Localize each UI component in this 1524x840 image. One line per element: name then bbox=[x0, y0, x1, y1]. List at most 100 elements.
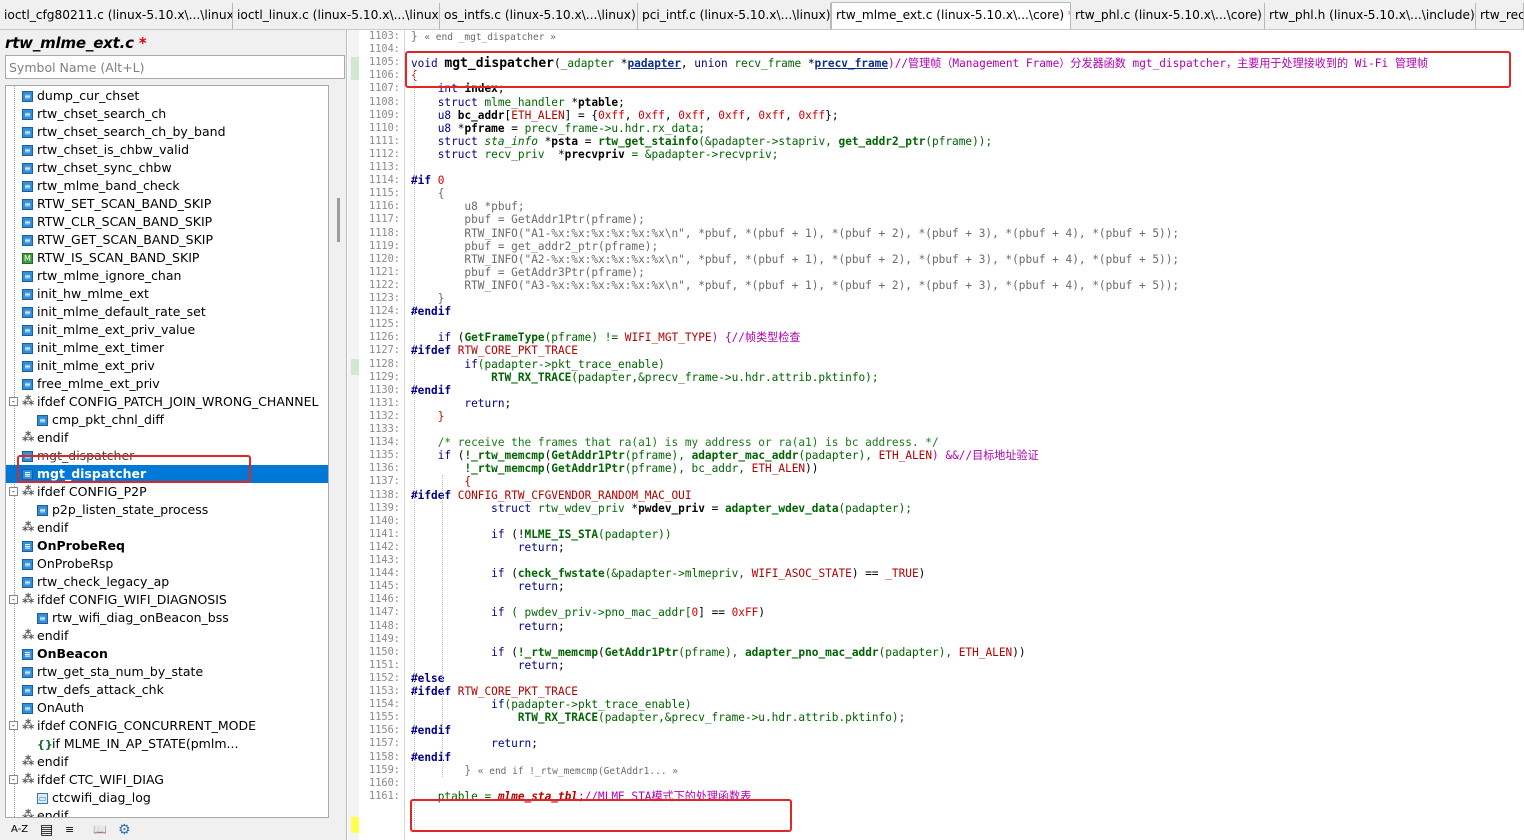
code-line[interactable]: #endif bbox=[411, 724, 451, 737]
code-line[interactable]: } « end _mgt_dispatcher » bbox=[411, 30, 556, 43]
symbol-item[interactable]: M RTW_IS_SCAN_BAND_SKIP bbox=[6, 249, 328, 267]
symbol-item[interactable]: ≡ init_mlme_default_rate_set bbox=[6, 303, 328, 321]
symbol-item[interactable]: ≡ cmp_pkt_chnl_diff bbox=[6, 411, 328, 429]
list-view-icon[interactable]: ▤ bbox=[40, 822, 53, 838]
symbol-search-input[interactable] bbox=[5, 55, 345, 79]
symbol-item[interactable]: ⁂ endif bbox=[6, 807, 328, 817]
sort-az-icon[interactable]: A-Z bbox=[11, 822, 28, 838]
collapse-toggle-icon[interactable]: - bbox=[9, 595, 18, 604]
tab-4[interactable]: rtw_mlme_ext.c (linux-5.10.x\...\core) * bbox=[831, 2, 1071, 29]
symbol-item[interactable]: ≡ rtw_mlme_band_check bbox=[6, 177, 328, 195]
code-line[interactable]: { bbox=[411, 187, 445, 200]
code-line[interactable]: } « end if !_rtw_memcmp(GetAddr1... » bbox=[411, 764, 678, 777]
code-line[interactable]: !_rtw_memcmp(GetAddr1Ptr(pframe), bc_add… bbox=[411, 462, 818, 475]
code-area[interactable]: } « end _mgt_dispatcher » void mgt_dispat… bbox=[411, 30, 1524, 840]
code-line[interactable]: } bbox=[411, 292, 445, 305]
symbol-item[interactable]: ≡ RTW_GET_SCAN_BAND_SKIP bbox=[6, 231, 328, 249]
collapse-toggle-icon[interactable]: - bbox=[9, 721, 18, 730]
symbol-list-scrollbar[interactable] bbox=[333, 85, 345, 818]
code-line[interactable]: u8 bc_addr[ETH_ALEN] = {0xff, 0xff, 0xff… bbox=[411, 109, 839, 122]
code-line[interactable]: return; bbox=[411, 659, 565, 672]
symbol-item[interactable]: ≡ dump_cur_chset bbox=[6, 87, 328, 105]
code-line[interactable]: if(padapter->pkt_trace_enable) bbox=[411, 358, 664, 371]
bookmark-icon[interactable]: ≡ bbox=[65, 822, 74, 838]
symbol-item[interactable]: ≡ rtw_mlme_ignore_chan bbox=[6, 267, 328, 285]
tab-0[interactable]: ioctl_cfg80211.c (linux-5.10.x\...\linux… bbox=[0, 3, 233, 29]
symbol-item[interactable]: ≡ rtw_check_legacy_ap bbox=[6, 573, 328, 591]
symbol-item[interactable]: ≡ OnBeacon bbox=[6, 645, 328, 663]
symbol-item[interactable]: - ⁂ ifdef CONFIG_WIFI_DIAGNOSIS bbox=[6, 591, 328, 609]
code-line[interactable]: #ifdef CONFIG_RTW_CFGVENDOR_RANDOM_MAC_O… bbox=[411, 489, 692, 502]
code-line[interactable]: #endif bbox=[411, 751, 451, 764]
code-line[interactable]: #endif bbox=[411, 305, 451, 318]
symbol-item[interactable]: ⁂ endif bbox=[6, 753, 328, 771]
symbol-item[interactable]: ≡ RTW_SET_SCAN_BAND_SKIP bbox=[6, 195, 328, 213]
symbol-item[interactable]: ≡ RTW_CLR_SCAN_BAND_SKIP bbox=[6, 213, 328, 231]
symbol-item[interactable]: ≡ free_mlme_ext_priv bbox=[6, 375, 328, 393]
symbol-item[interactable]: - ⁂ ifdef CONFIG_P2P bbox=[6, 483, 328, 501]
collapse-toggle-icon[interactable]: - bbox=[9, 397, 18, 406]
code-line[interactable]: if(padapter->pkt_trace_enable) bbox=[411, 698, 691, 711]
symbol-item[interactable]: - ⁂ ifdef CTC_WIFI_DIAG bbox=[6, 771, 328, 789]
code-line[interactable]: if (!_rtw_memcmp(GetAddr1Ptr(pframe), ad… bbox=[411, 646, 1025, 659]
code-line[interactable]: if (!MLME_IS_STA(padapter)) bbox=[411, 528, 671, 541]
code-line[interactable]: #ifdef RTW_CORE_PKT_TRACE bbox=[411, 685, 578, 698]
code-line[interactable]: return; bbox=[411, 580, 565, 593]
code-line[interactable]: RTW_INFO("A2-%x:%x:%x:%x:%x:%x\n", *pbuf… bbox=[411, 253, 1179, 266]
symbol-item[interactable]: ≡ OnAuth bbox=[6, 699, 328, 717]
code-line[interactable]: #if 0 bbox=[411, 174, 444, 187]
code-line[interactable]: RTW_INFO("A1-%x:%x:%x:%x:%x:%x\n", *pbuf… bbox=[411, 227, 1179, 240]
code-line[interactable]: pbuf = GetAddr3Ptr(pframe); bbox=[411, 266, 644, 279]
symbol-item[interactable]: ⁂ endif bbox=[6, 519, 328, 537]
symbol-item[interactable]: - ⁂ ifdef CONFIG_CONCURRENT_MODE bbox=[6, 717, 328, 735]
collapse-toggle-icon[interactable]: - bbox=[9, 487, 18, 496]
symbol-list[interactable]: ≡ dump_cur_chset ≡ rtw_chset_search_ch ≡ rtw_… bbox=[5, 85, 329, 818]
code-line[interactable]: RTW_INFO("A3-%x:%x:%x:%x:%x:%x\n", *pbuf… bbox=[411, 279, 1179, 292]
collapse-toggle-icon[interactable]: - bbox=[9, 775, 18, 784]
symbol-item[interactable]: ≡ rtw_chset_search_ch bbox=[6, 105, 328, 123]
code-line[interactable]: struct recv_priv *precvpriv = &padapter-… bbox=[411, 148, 779, 161]
code-line[interactable]: return; bbox=[411, 397, 511, 410]
tab-7[interactable]: rtw_recv bbox=[1476, 3, 1524, 29]
gear-icon[interactable]: ⚙ bbox=[118, 822, 131, 838]
symbol-item[interactable]: ⁂ endif bbox=[6, 429, 328, 447]
symbol-item[interactable]: ≡ init_mlme_ext_priv bbox=[6, 357, 328, 375]
tab-6[interactable]: rtw_phl.h (linux-5.10.x\...\include) bbox=[1265, 3, 1476, 29]
code-line[interactable]: struct rtw_wdev_priv *pwdev_priv = adapt… bbox=[411, 502, 912, 515]
symbol-item[interactable]: - ⁂ ifdef CONFIG_PATCH_JOIN_WRONG_CHANNEL bbox=[6, 393, 328, 411]
code-line[interactable]: /* receive the frames that ra(a1) is my … bbox=[411, 436, 939, 449]
code-editor[interactable]: 1103: 1104: 1105: 1106: 1107: 1108: 1109: 1110:… bbox=[348, 30, 1524, 840]
symbol-item[interactable]: ≡ init_hw_mlme_ext bbox=[6, 285, 328, 303]
tab-3[interactable]: pci_intf.c (linux-5.10.x\...\linux) bbox=[638, 3, 831, 29]
code-line[interactable]: if (GetFrameType(pframe) != WIFI_MGT_TYP… bbox=[411, 331, 801, 344]
code-line[interactable]: struct sta_info *psta = rtw_get_stainfo(… bbox=[411, 135, 992, 148]
symbol-item[interactable]: ≡ init_mlme_ext_priv_value bbox=[6, 321, 328, 339]
symbol-item[interactable]: ≡ OnProbeReq bbox=[6, 537, 328, 555]
symbol-item[interactable]: ≡ p2p_listen_state_process bbox=[6, 501, 328, 519]
code-line[interactable]: RTW_RX_TRACE(padapter,&precv_frame->u.hd… bbox=[411, 711, 905, 724]
symbol-item[interactable]: ≡ rtw_chset_sync_chbw bbox=[6, 159, 328, 177]
code-line[interactable]: return; bbox=[411, 620, 565, 633]
code-line[interactable]: if (!_rtw_memcmp(GetAddr1Ptr(pframe), ad… bbox=[411, 449, 1039, 462]
code-line[interactable]: pbuf = get_addr2_ptr(pframe); bbox=[411, 240, 658, 253]
code-line[interactable]: struct mlme_handler *ptable; bbox=[411, 96, 625, 109]
code-line[interactable]: u8 *pbuf; bbox=[411, 200, 524, 213]
tab-2[interactable]: os_intfs.c (linux-5.10.x\...\linux) bbox=[440, 3, 638, 29]
symbol-item[interactable]: ≡ rtw_get_sta_num_by_state bbox=[6, 663, 328, 681]
symbol-item[interactable]: {} if MLME_IN_AP_STATE(pmlm... bbox=[6, 735, 328, 753]
code-line[interactable]: u8 *pframe = precv_frame->u.hdr.rx_data; bbox=[411, 122, 705, 135]
tab-5[interactable]: rtw_phl.c (linux-5.10.x\...\core) bbox=[1071, 3, 1265, 29]
tab-1[interactable]: ioctl_linux.c (linux-5.10.x\...\linux) bbox=[233, 3, 440, 29]
symbol-item[interactable]: ⁂ endif bbox=[6, 627, 328, 645]
code-line[interactable]: return; bbox=[411, 737, 538, 750]
symbol-item[interactable]: ≡ init_mlme_ext_timer bbox=[6, 339, 328, 357]
code-line[interactable]: return; bbox=[411, 541, 565, 554]
symbol-item[interactable]: ≡ rtw_wifi_diag_onBeacon_bss bbox=[6, 609, 328, 627]
book-icon[interactable]: 📖 bbox=[93, 822, 107, 838]
symbol-item[interactable]: ▭ ctcwifi_diag_log bbox=[6, 789, 328, 807]
symbol-list-scroll-thumb[interactable] bbox=[337, 198, 340, 242]
code-line[interactable]: #ifdef RTW_CORE_PKT_TRACE bbox=[411, 344, 578, 357]
code-line[interactable]: pbuf = GetAddr1Ptr(pframe); bbox=[411, 213, 644, 226]
code-line[interactable]: if ( pwdev_priv->pno_mac_addr[0] == 0xFF… bbox=[411, 606, 765, 619]
code-line[interactable]: #endif bbox=[411, 384, 451, 397]
